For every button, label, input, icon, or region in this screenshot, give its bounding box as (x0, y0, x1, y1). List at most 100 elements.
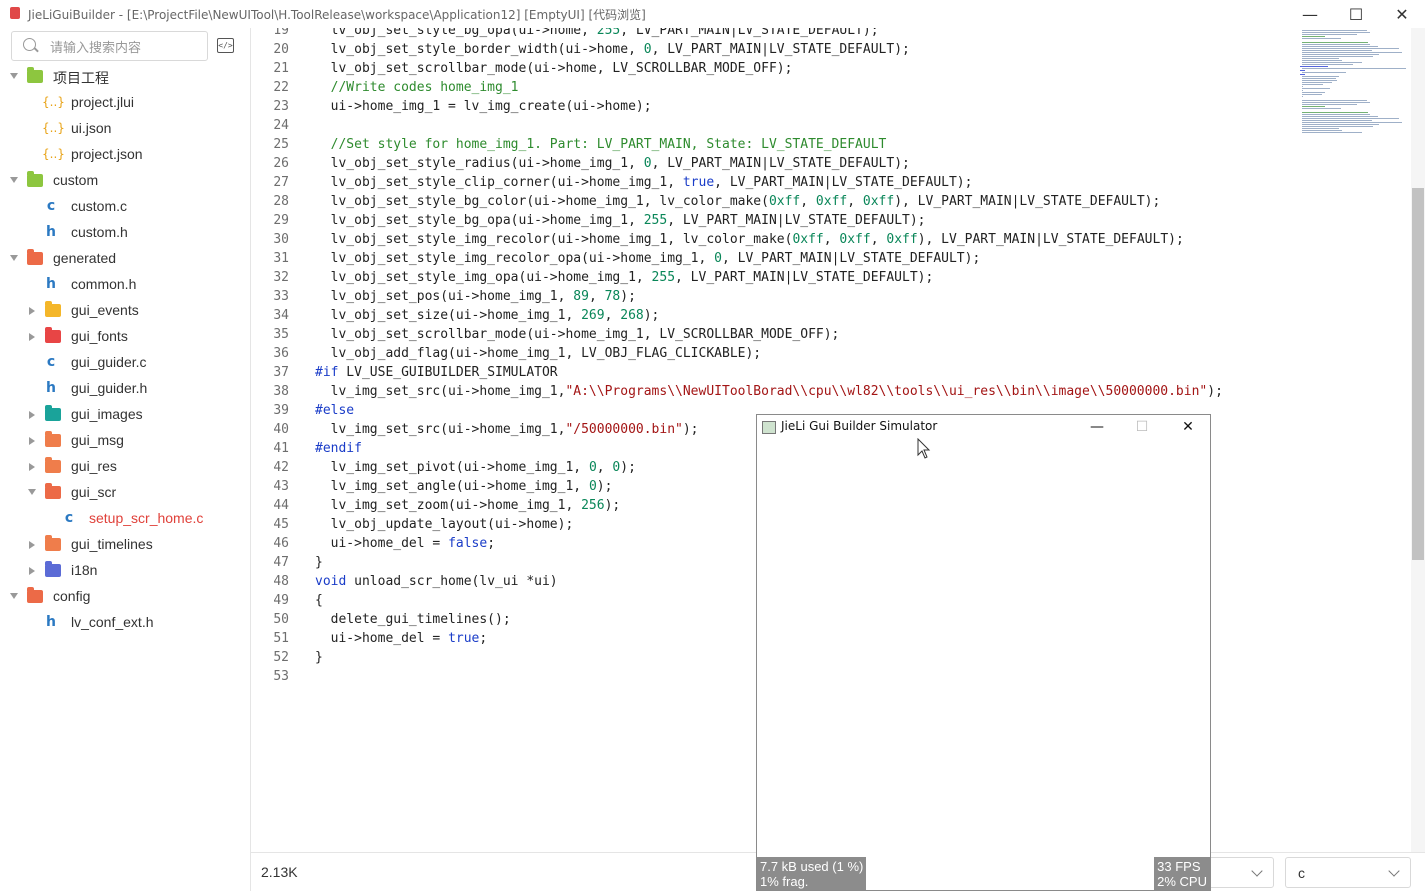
code-line[interactable]: 29 lv_obj_set_style_bg_opa(ui->home_img_… (251, 211, 1411, 230)
line-number: 42 (273, 460, 289, 475)
minimap-line (1302, 56, 1373, 57)
editor-scrollbar[interactable] (1411, 28, 1425, 852)
chevron-right-icon[interactable] (29, 307, 35, 315)
minimap-line (1302, 112, 1368, 113)
tree-item[interactable]: h lv_conf_ext.h (0, 610, 249, 636)
chevron-right-icon[interactable] (29, 411, 35, 419)
search-box[interactable] (11, 31, 208, 61)
code-line[interactable]: 30 lv_obj_set_style_img_recolor(ui->home… (251, 230, 1411, 249)
chevron-down-icon (1251, 865, 1263, 877)
tree-item-label: custom.c (71, 198, 128, 214)
simulator-title-bar[interactable]: JieLi Gui Builder Simulator — ☐ ✕ (757, 415, 1210, 439)
code-text: ui->home_del = false; (315, 536, 496, 551)
tree-item-label: config (53, 588, 91, 604)
chevron-right-icon[interactable] (29, 437, 35, 445)
code-line[interactable]: 38 lv_img_set_src(ui->home_img_1,"A:\\Pr… (251, 382, 1411, 401)
chevron-down-icon[interactable] (10, 593, 18, 599)
tree-item[interactable]: h common.h (0, 272, 249, 298)
code-line[interactable]: 22 //Write codes home_img_1 (251, 78, 1411, 97)
line-number: 49 (273, 593, 289, 608)
minimap-line (1302, 126, 1373, 127)
tree-item-label: gui_events (71, 302, 139, 318)
tree-item[interactable]: generated (0, 246, 249, 272)
code-line[interactable]: 33 lv_obj_set_pos(ui->home_img_1, 89, 78… (251, 287, 1411, 306)
tree-item[interactable]: custom (0, 168, 249, 194)
tree-item[interactable]: 项目工程 (0, 64, 249, 90)
tree-item[interactable]: c custom.c (0, 194, 249, 220)
tree-item[interactable]: gui_events (0, 298, 249, 324)
code-line[interactable]: 19 lv_obj_set_style_bg_opa(ui->home, 255… (251, 28, 1411, 40)
tree-item[interactable]: h gui_guider.h (0, 376, 249, 402)
code-text: lv_obj_set_style_img_recolor_opa(ui->hom… (315, 251, 981, 266)
minimap-line (1302, 54, 1379, 55)
chevron-right-icon[interactable] (29, 333, 35, 341)
search-input[interactable] (48, 36, 202, 58)
minimize-button[interactable]: — (1287, 0, 1333, 28)
simulator-close-button[interactable]: ✕ (1170, 415, 1206, 439)
chevron-right-icon[interactable] (29, 567, 35, 575)
tree-item[interactable]: gui_msg (0, 428, 249, 454)
tree-item[interactable]: gui_timelines (0, 532, 249, 558)
minimap-line (1302, 88, 1330, 89)
chevron-right-icon[interactable] (29, 541, 35, 549)
tree-item[interactable]: {..} ui.json (0, 116, 249, 142)
code-line[interactable]: 37 #if LV_USE_GUIBUILDER_SIMULATOR (251, 363, 1411, 382)
tree-item[interactable]: c setup_scr_home.c (0, 506, 249, 532)
mouse-cursor-icon (917, 438, 931, 459)
close-button[interactable]: ✕ (1379, 0, 1425, 28)
maximize-button[interactable]: ☐ (1333, 0, 1379, 28)
cpu-readout: 2% CPU (1157, 874, 1207, 889)
language-select[interactable]: c (1285, 857, 1411, 888)
tree-item-label: gui_guider.h (71, 380, 148, 396)
code-text: lv_img_set_angle(ui->home_img_1, 0); (315, 479, 613, 494)
simulator-minimize-button[interactable]: — (1079, 415, 1115, 439)
file-size: 2.13K (261, 864, 298, 880)
json-file-icon: {..} (42, 147, 65, 161)
tree-item[interactable]: gui_fonts (0, 324, 249, 350)
code-text: delete_gui_timelines(); (315, 612, 511, 627)
code-text: } (315, 650, 323, 665)
scrollbar-thumb[interactable] (1412, 188, 1424, 560)
code-view-toggle-icon[interactable]: </> (217, 38, 234, 53)
line-number: 29 (273, 213, 289, 228)
tree-item[interactable]: gui_scr (0, 480, 249, 506)
minimap-line (1302, 122, 1402, 123)
tree-item-label: gui_msg (71, 432, 124, 448)
tree-item[interactable]: gui_res (0, 454, 249, 480)
code-text: lv_obj_set_style_clip_corner(ui->home_im… (315, 175, 973, 190)
code-line[interactable]: 24 (251, 116, 1411, 135)
code-line[interactable]: 36 lv_obj_add_flag(ui->home_img_1, LV_OB… (251, 344, 1411, 363)
tree-item[interactable]: c gui_guider.c (0, 350, 249, 376)
simulator-window[interactable]: JieLi Gui Builder Simulator — ☐ ✕ 7.7 kB… (756, 414, 1211, 891)
code-line[interactable]: 31 lv_obj_set_style_img_recolor_opa(ui->… (251, 249, 1411, 268)
code-line[interactable]: 32 lv_obj_set_style_img_opa(ui->home_img… (251, 268, 1411, 287)
chevron-right-icon[interactable] (29, 463, 35, 471)
chevron-down-icon[interactable] (28, 489, 36, 495)
code-line[interactable]: 21 lv_obj_set_scrollbar_mode(ui->home, L… (251, 59, 1411, 78)
code-line[interactable]: 25 //Set style for home_img_1. Part: LV_… (251, 135, 1411, 154)
code-line[interactable]: 34 lv_obj_set_size(ui->home_img_1, 269, … (251, 306, 1411, 325)
tree-item[interactable]: gui_images (0, 402, 249, 428)
chevron-down-icon[interactable] (10, 177, 18, 183)
code-line[interactable]: 28 lv_obj_set_style_bg_color(ui->home_im… (251, 192, 1411, 211)
code-line[interactable]: 23 ui->home_img_1 = lv_img_create(ui->ho… (251, 97, 1411, 116)
tree-item[interactable]: i18n (0, 558, 249, 584)
chevron-down-icon[interactable] (10, 73, 18, 79)
code-line[interactable]: 26 lv_obj_set_style_radius(ui->home_img_… (251, 154, 1411, 173)
code-line[interactable]: 20 lv_obj_set_style_border_width(ui->hom… (251, 40, 1411, 59)
tree-item[interactable]: config (0, 584, 249, 610)
code-line[interactable]: 35 lv_obj_set_scrollbar_mode(ui->home_im… (251, 325, 1411, 344)
folder-icon (27, 171, 43, 187)
folder-icon (45, 457, 61, 473)
code-minimap[interactable] (1298, 28, 1410, 138)
tree-item[interactable]: {..} project.jlui (0, 90, 249, 116)
tree-item-label: custom.h (71, 224, 128, 240)
simulator-maximize-button[interactable]: ☐ (1124, 415, 1160, 439)
code-line[interactable]: 27 lv_obj_set_style_clip_corner(ui->home… (251, 173, 1411, 192)
minimap-line (1302, 108, 1341, 109)
folder-icon (45, 561, 61, 577)
tree-item[interactable]: h custom.h (0, 220, 249, 246)
json-file-icon: {..} (42, 95, 65, 109)
tree-item[interactable]: {..} project.json (0, 142, 249, 168)
chevron-down-icon[interactable] (10, 255, 18, 261)
